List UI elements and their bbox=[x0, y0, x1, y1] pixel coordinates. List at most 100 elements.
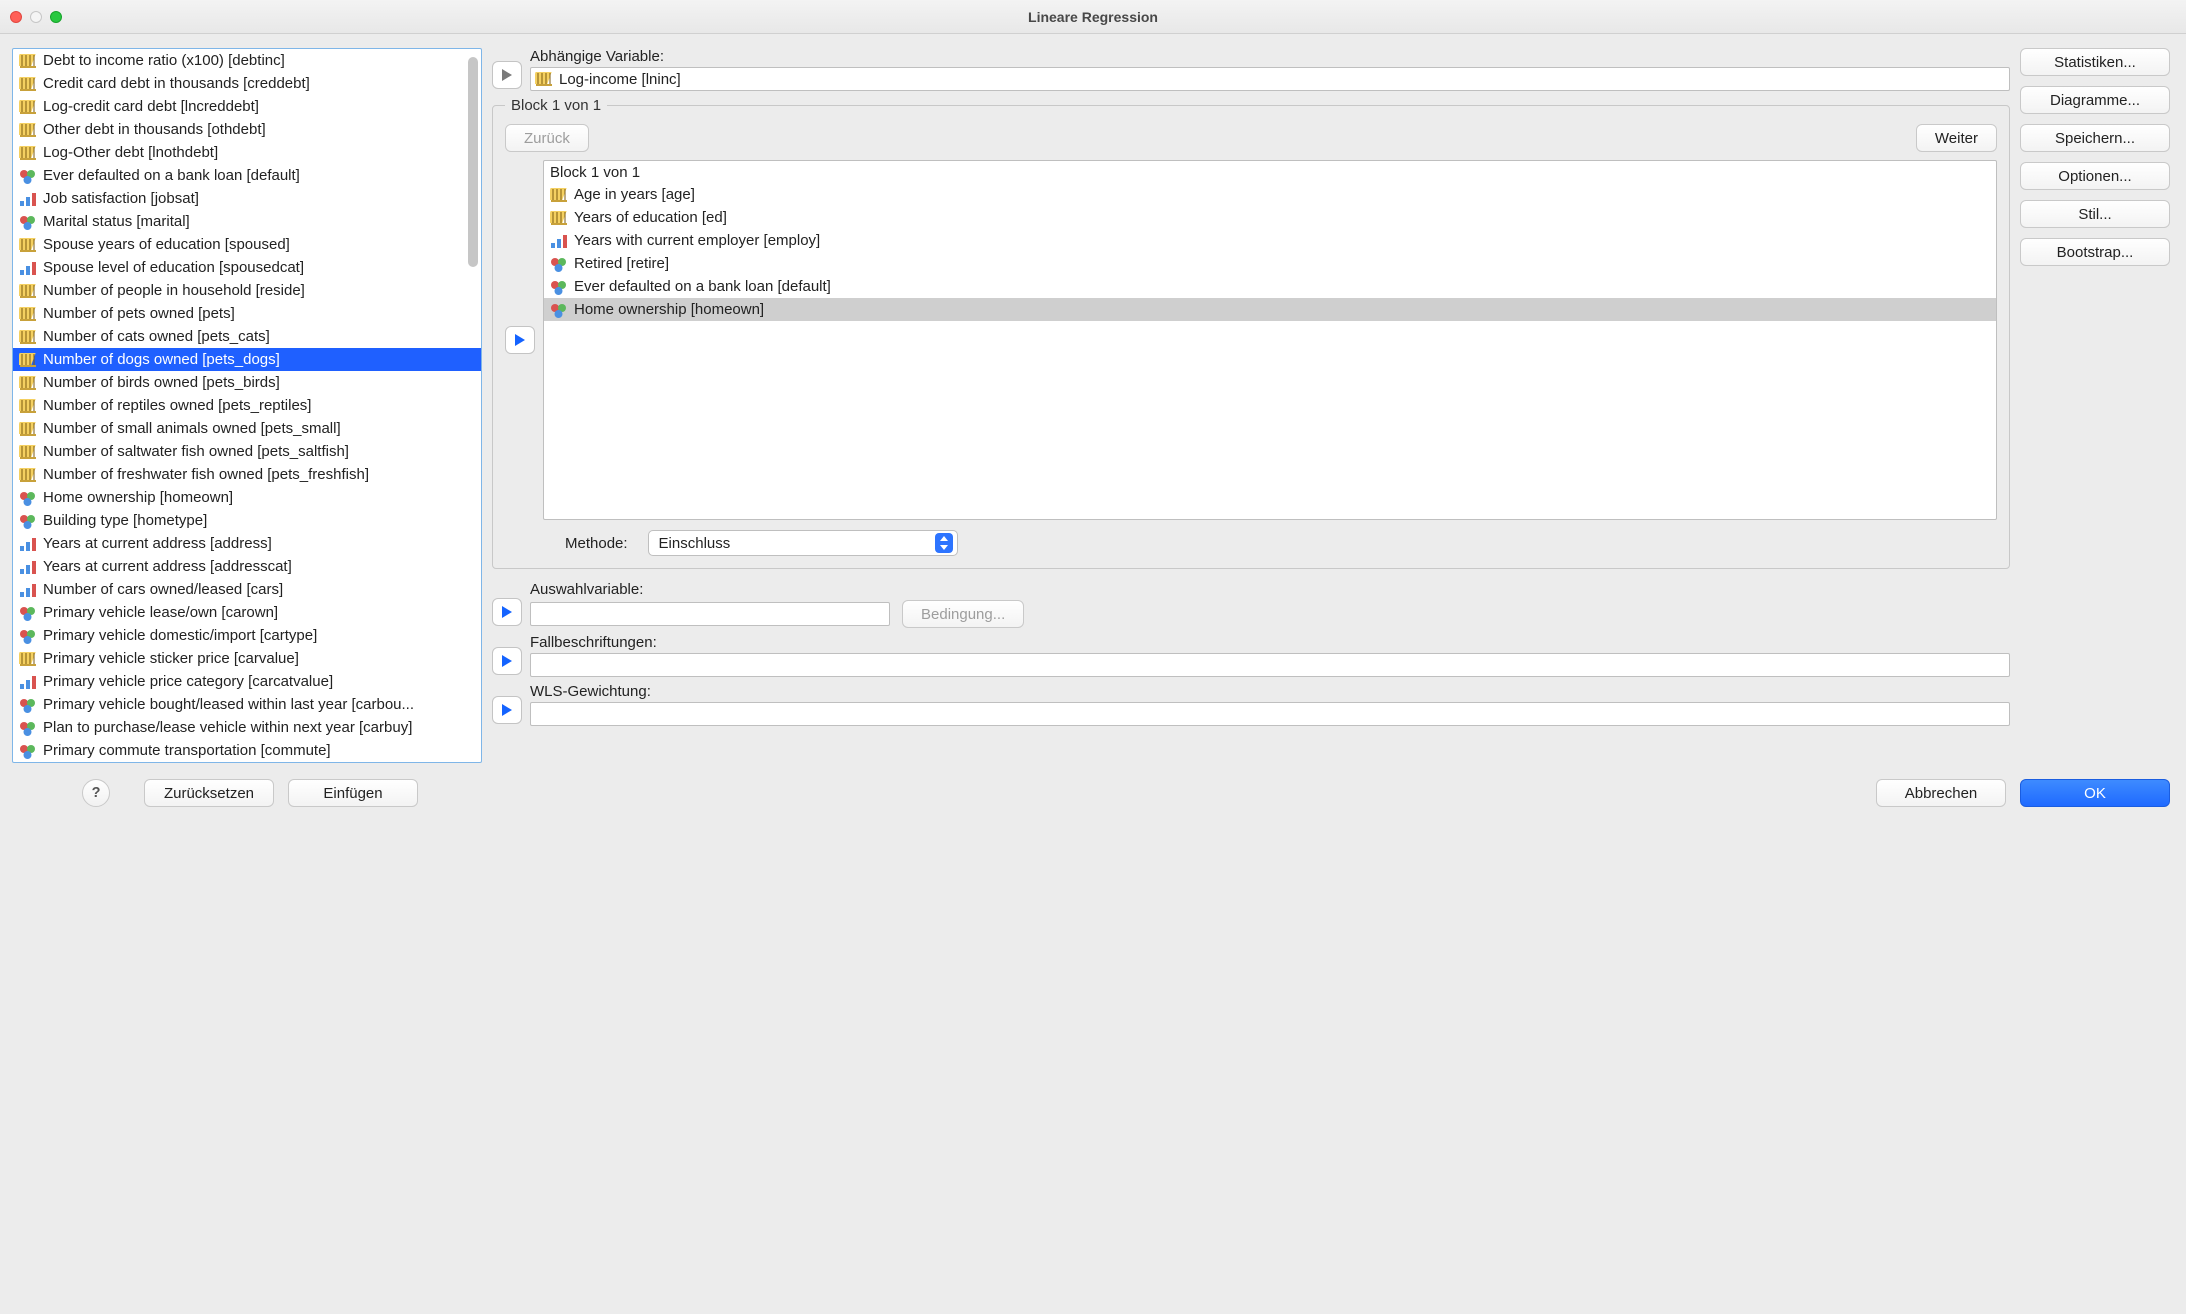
source-var-row[interactable]: Home ownership [homeown] bbox=[13, 486, 481, 509]
source-var-row[interactable]: Primary vehicle domestic/import [cartype… bbox=[13, 624, 481, 647]
source-var-label: Spouse years of education [spoused] bbox=[43, 236, 290, 253]
ordinal-icon bbox=[19, 191, 37, 207]
nominal-icon bbox=[19, 743, 37, 759]
independent-var-row[interactable]: Ever defaulted on a bank loan [default] bbox=[544, 275, 1996, 298]
method-select[interactable]: Einschluss bbox=[648, 530, 958, 556]
dependent-value: Log-income [lninc] bbox=[559, 71, 681, 88]
move-to-selection-var-button[interactable] bbox=[492, 598, 522, 626]
move-to-dependent-button[interactable] bbox=[492, 61, 522, 89]
source-var-label: Home ownership [homeown] bbox=[43, 489, 233, 506]
selection-rule-button[interactable]: Bedingung... bbox=[902, 600, 1024, 628]
source-var-label: Credit card debt in thousands [creddebt] bbox=[43, 75, 310, 92]
source-var-row[interactable]: Primary vehicle bought/leased within las… bbox=[13, 693, 481, 716]
source-var-row[interactable]: Primary vehicle price category [carcatva… bbox=[13, 670, 481, 693]
move-to-independent-button[interactable] bbox=[505, 326, 535, 354]
source-var-row[interactable]: Primary vehicle sticker price [carvalue] bbox=[13, 647, 481, 670]
nominal-icon bbox=[19, 697, 37, 713]
source-var-row[interactable]: Number of people in household [reside] bbox=[13, 279, 481, 302]
independent-var-row[interactable]: Age in years [age] bbox=[544, 183, 1996, 206]
selection-var-field[interactable] bbox=[530, 602, 890, 626]
source-var-label: Number of reptiles owned [pets_reptiles] bbox=[43, 397, 311, 414]
source-var-row[interactable]: Spouse level of education [spousedcat] bbox=[13, 256, 481, 279]
scale-icon bbox=[19, 237, 37, 253]
independent-var-row[interactable]: Years with current employer [employ] bbox=[544, 229, 1996, 252]
wls-field[interactable] bbox=[530, 702, 2010, 726]
paste-button[interactable]: Einfügen bbox=[288, 779, 418, 807]
style-button[interactable]: Stil... bbox=[2020, 200, 2170, 228]
source-var-row[interactable]: Ever defaulted on a bank loan [default] bbox=[13, 164, 481, 187]
block-next-button[interactable]: Weiter bbox=[1916, 124, 1997, 152]
source-var-row[interactable]: Number of dogs owned [pets_dogs] bbox=[13, 348, 481, 371]
source-var-row[interactable]: Number of freshwater fish owned [pets_fr… bbox=[13, 463, 481, 486]
statistics-button[interactable]: Statistiken... bbox=[2020, 48, 2170, 76]
source-var-row[interactable]: Spouse years of education [spoused] bbox=[13, 233, 481, 256]
source-var-row[interactable]: Number of cars owned/leased [cars] bbox=[13, 578, 481, 601]
independent-var-row[interactable]: Retired [retire] bbox=[544, 252, 1996, 275]
source-var-row[interactable]: Job satisfaction [jobsat] bbox=[13, 187, 481, 210]
source-var-row[interactable]: Marital status [marital] bbox=[13, 210, 481, 233]
source-var-row[interactable]: Building type [hometype] bbox=[13, 509, 481, 532]
source-var-row[interactable]: Primary commute transportation [commute] bbox=[13, 739, 481, 762]
scale-icon bbox=[19, 329, 37, 345]
source-var-label: Primary vehicle domestic/import [cartype… bbox=[43, 627, 317, 644]
source-variable-list[interactable]: Debt to income ratio (x100) [debtinc] Cre… bbox=[12, 48, 482, 763]
scrollbar-thumb[interactable] bbox=[468, 57, 478, 267]
scale-icon bbox=[19, 375, 37, 391]
source-var-row[interactable]: Primary vehicle lease/own [carown] bbox=[13, 601, 481, 624]
cancel-button[interactable]: Abbrechen bbox=[1876, 779, 2006, 807]
source-var-label: Primary vehicle lease/own [carown] bbox=[43, 604, 278, 621]
ordinal-icon bbox=[19, 559, 37, 575]
right-button-column: Statistiken... Diagramme... Speichern... Op… bbox=[2020, 48, 2170, 763]
ordinal-icon bbox=[19, 674, 37, 690]
source-var-row[interactable]: Number of pets owned [pets] bbox=[13, 302, 481, 325]
source-var-label: Log-Other debt [lnothdebt] bbox=[43, 144, 218, 161]
source-var-row[interactable]: Other debt in thousands [othdebt] bbox=[13, 118, 481, 141]
source-var-label: Number of dogs owned [pets_dogs] bbox=[43, 351, 280, 368]
source-var-row[interactable]: Years at current address [addresscat] bbox=[13, 555, 481, 578]
source-var-row[interactable]: Number of small animals owned [pets_smal… bbox=[13, 417, 481, 440]
move-to-case-labels-button[interactable] bbox=[492, 647, 522, 675]
source-var-row[interactable]: Debt to income ratio (x100) [debtinc] bbox=[13, 49, 481, 72]
dialog-footer: ? Zurücksetzen Einfügen Abbrechen OK bbox=[0, 773, 2186, 821]
block-prev-button[interactable]: Zurück bbox=[505, 124, 589, 152]
source-var-label: Number of saltwater fish owned [pets_sal… bbox=[43, 443, 349, 460]
plots-button[interactable]: Diagramme... bbox=[2020, 86, 2170, 114]
case-labels-field[interactable] bbox=[530, 653, 2010, 677]
source-list-scrollbar[interactable] bbox=[468, 53, 478, 758]
method-value: Einschluss bbox=[659, 535, 731, 552]
source-var-row[interactable]: Credit card debt in thousands [creddebt] bbox=[13, 72, 481, 95]
source-var-row[interactable]: Number of birds owned [pets_birds] bbox=[13, 371, 481, 394]
source-var-label: Years at current address [address] bbox=[43, 535, 272, 552]
source-var-label: Years at current address [addresscat] bbox=[43, 558, 292, 575]
block-legend: Block 1 von 1 bbox=[505, 97, 607, 114]
source-var-row[interactable]: Number of reptiles owned [pets_reptiles] bbox=[13, 394, 481, 417]
scale-icon bbox=[19, 145, 37, 161]
independent-var-row[interactable]: Years of education [ed] bbox=[544, 206, 1996, 229]
ruler-icon bbox=[535, 71, 553, 87]
bootstrap-button[interactable]: Bootstrap... bbox=[2020, 238, 2170, 266]
source-var-row[interactable]: Log-credit card debt [lncreddebt] bbox=[13, 95, 481, 118]
save-button[interactable]: Speichern... bbox=[2020, 124, 2170, 152]
ok-button[interactable]: OK bbox=[2020, 779, 2170, 807]
nominal-icon bbox=[550, 302, 568, 318]
source-var-row[interactable]: Years at current address [address] bbox=[13, 532, 481, 555]
scale-icon bbox=[19, 53, 37, 69]
dependent-field[interactable]: Log-income [lninc] bbox=[530, 67, 2010, 91]
independent-var-row[interactable]: Home ownership [homeown] bbox=[544, 298, 1996, 321]
source-var-label: Primary vehicle sticker price [carvalue] bbox=[43, 650, 299, 667]
move-to-wls-button[interactable] bbox=[492, 696, 522, 724]
options-button[interactable]: Optionen... bbox=[2020, 162, 2170, 190]
scale-icon bbox=[550, 210, 568, 226]
help-button[interactable]: ? bbox=[82, 779, 110, 807]
source-var-row[interactable]: Number of cats owned [pets_cats] bbox=[13, 325, 481, 348]
independent-list[interactable]: Block 1 von 1 Age in years [age]Years of… bbox=[543, 160, 1997, 520]
nominal-icon bbox=[19, 168, 37, 184]
reset-button[interactable]: Zurücksetzen bbox=[144, 779, 274, 807]
source-var-row[interactable]: Number of saltwater fish owned [pets_sal… bbox=[13, 440, 481, 463]
independent-var-label: Years with current employer [employ] bbox=[574, 232, 820, 249]
source-var-label: Other debt in thousands [othdebt] bbox=[43, 121, 266, 138]
nominal-icon bbox=[19, 605, 37, 621]
source-var-row[interactable]: Log-Other debt [lnothdebt] bbox=[13, 141, 481, 164]
source-var-row[interactable]: Plan to purchase/lease vehicle within ne… bbox=[13, 716, 481, 739]
source-var-label: Primary commute transportation [commute] bbox=[43, 742, 331, 759]
